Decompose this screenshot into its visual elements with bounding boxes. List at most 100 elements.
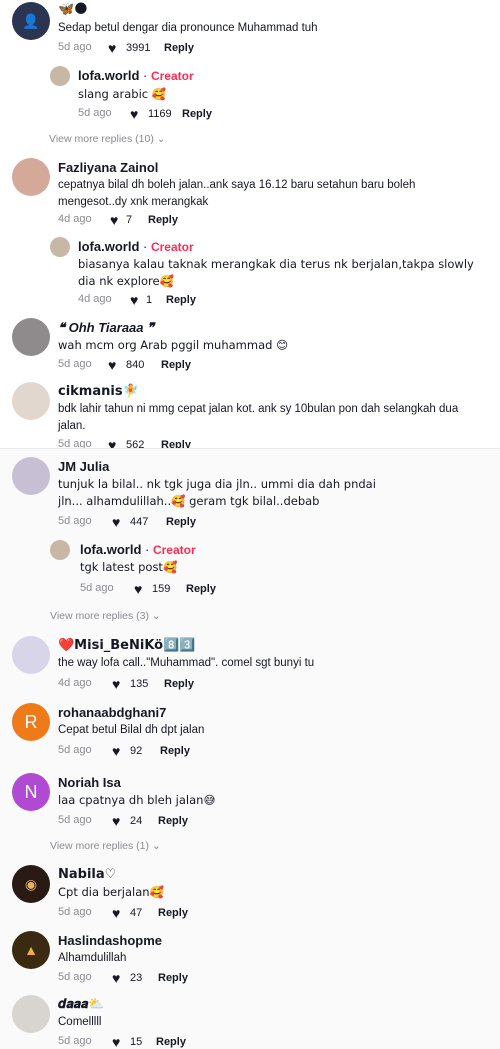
comment-text: Cpt dia berjalan🥰: [58, 885, 164, 899]
comment-age: 4d ago: [58, 677, 92, 689]
comment-text: laa cpatnya dh bleh jalan😅: [58, 793, 216, 807]
comment-author[interactable]: Haslindashopme: [58, 933, 162, 948]
avatar-initial: R: [24, 711, 38, 732]
comment-age: 5d ago: [80, 582, 114, 594]
comments-panel-bottom: JM Julia tunjuk la bilal.. nk tgk juga d…: [0, 448, 500, 1049]
heart-icon[interactable]: ♥: [112, 515, 120, 529]
heart-icon[interactable]: ♥: [134, 582, 142, 596]
reply-button[interactable]: Reply: [164, 678, 194, 690]
comment-meta: 4d ago ♥ 7 Reply: [58, 213, 358, 229]
reply-button[interactable]: Reply: [166, 516, 196, 528]
author-name: lofa.world: [78, 68, 140, 83]
comment-author[interactable]: Noriah Isa: [58, 775, 121, 790]
comment-meta: 5d ago ♥ 840 Reply: [58, 358, 358, 374]
avatar[interactable]: [12, 457, 50, 495]
heart-icon[interactable]: ♥: [130, 293, 138, 307]
like-count: 840: [126, 359, 145, 371]
comment-meta: 5d ago ♥ 24 Reply: [58, 814, 358, 830]
avatar[interactable]: [12, 995, 50, 1033]
comment-author[interactable]: ❝ Ohh Tiaraaa ❞: [58, 320, 154, 336]
comment-text: Alhamdulillah: [58, 952, 127, 964]
comment-author[interactable]: lofa.world · Creator: [78, 239, 194, 254]
heart-icon[interactable]: ♥: [112, 744, 120, 758]
heart-icon[interactable]: ♥: [112, 677, 120, 691]
comment-author[interactable]: cikmanis🧚: [58, 384, 139, 399]
heart-icon[interactable]: ♥: [112, 1035, 120, 1049]
heart-icon[interactable]: ♥: [112, 971, 120, 985]
avatar[interactable]: ▲: [12, 931, 50, 969]
comment-text: the way lofa call.."Muhammad". comel sgt…: [58, 657, 315, 669]
comment-text: slang arabic 🥰: [78, 87, 167, 101]
creator-badge: Creator: [150, 69, 194, 83]
reply-button[interactable]: Reply: [161, 359, 191, 371]
comment-author[interactable]: Fazliyana Zainol: [58, 160, 158, 175]
avatar-initial: N: [24, 781, 38, 802]
like-count: 24: [130, 815, 143, 827]
reply-button[interactable]: Reply: [148, 214, 178, 226]
comment-text: biasanya kalau taknak merangkak dia teru…: [78, 257, 474, 288]
avatar[interactable]: [50, 540, 70, 560]
reply-button[interactable]: Reply: [158, 907, 188, 919]
avatar[interactable]: [12, 158, 50, 196]
like-count: 159: [152, 583, 171, 595]
like-count: 3991: [126, 42, 151, 54]
comment-age: 5d ago: [58, 906, 92, 918]
avatar[interactable]: [12, 636, 50, 674]
reply-button[interactable]: Reply: [158, 972, 188, 984]
reply-button[interactable]: Reply: [164, 42, 194, 54]
avatar[interactable]: ◉: [12, 865, 50, 903]
comment-author[interactable]: Nabila♡: [58, 867, 116, 882]
heart-icon[interactable]: ♥: [108, 41, 116, 55]
reply-button[interactable]: Reply: [182, 108, 212, 120]
comment-meta: 5d ago ♥ 1169 Reply: [78, 107, 378, 123]
comment-author[interactable]: JM Julia: [58, 459, 109, 474]
comment-author[interactable]: ❤️Misi_BeNiKö8️⃣3️⃣: [58, 638, 195, 653]
comments-panel-top: 👤 🦋🌑 Sedap betul dengar dia pronounce Mu…: [0, 0, 500, 448]
avatar[interactable]: [12, 318, 50, 356]
comment-age: 5d ago: [58, 41, 92, 53]
comment-age: 5d ago: [58, 814, 92, 826]
reply-button[interactable]: Reply: [161, 439, 191, 448]
comment-author[interactable]: lofa.world · Creator: [80, 542, 196, 557]
comment-text: Sedap betul dengar dia pronounce Muhamma…: [58, 22, 318, 34]
comment-meta: 5d ago ♥ 15 Reply: [58, 1035, 358, 1049]
heart-icon[interactable]: ♥: [108, 438, 116, 448]
comment-text: wah mcm org Arab pggil muhammad 😊: [58, 338, 289, 352]
avatar[interactable]: [12, 382, 50, 420]
comment-author[interactable]: 🦋🌑: [58, 2, 88, 17]
heart-icon[interactable]: ♥: [130, 107, 138, 121]
heart-icon[interactable]: ♥: [112, 906, 120, 920]
comment-text: tgk latest post🥰: [80, 560, 178, 574]
avatar[interactable]: R: [12, 703, 50, 741]
like-count: 447: [130, 516, 149, 528]
comment-meta: 4d ago ♥ 1 Reply: [78, 293, 378, 309]
view-more-replies[interactable]: View more replies (1) ⌄: [50, 840, 161, 852]
comment-author[interactable]: lofa.world · Creator: [78, 68, 194, 83]
avatar[interactable]: [50, 237, 70, 257]
avatar[interactable]: 👤: [12, 2, 50, 40]
like-count: 92: [130, 745, 143, 757]
comment-text: tunjuk la bilal.. nk tgk juga dia jln.. …: [58, 477, 376, 508]
heart-icon[interactable]: ♥: [110, 213, 118, 227]
comment-age: 5d ago: [58, 744, 92, 756]
view-more-replies[interactable]: View more replies (3) ⌄: [50, 610, 161, 622]
comment-age: 5d ago: [78, 107, 112, 119]
comment-meta: 5d ago ♥ 447 Reply: [58, 515, 358, 531]
reply-button[interactable]: Reply: [156, 1036, 186, 1048]
reply-button[interactable]: Reply: [186, 583, 216, 595]
comment-age: 5d ago: [58, 358, 92, 370]
comment-age: 5d ago: [58, 971, 92, 983]
comment-age: 4d ago: [58, 213, 92, 225]
like-count: 15: [130, 1036, 143, 1048]
reply-button[interactable]: Reply: [166, 294, 196, 306]
reply-button[interactable]: Reply: [158, 815, 188, 827]
reply-button[interactable]: Reply: [160, 745, 190, 757]
view-more-replies[interactable]: View more replies (10) ⌄: [49, 133, 166, 145]
comment-author[interactable]: 𝒅𝒂𝒂𝒂⛅: [58, 997, 104, 1012]
heart-icon[interactable]: ♥: [112, 814, 120, 828]
avatar[interactable]: N: [12, 773, 50, 811]
comment-meta: 5d ago ♥ 92 Reply: [58, 744, 358, 760]
avatar[interactable]: [50, 66, 70, 86]
comment-author[interactable]: rohanaabdghani7: [58, 705, 166, 720]
heart-icon[interactable]: ♥: [108, 358, 116, 372]
